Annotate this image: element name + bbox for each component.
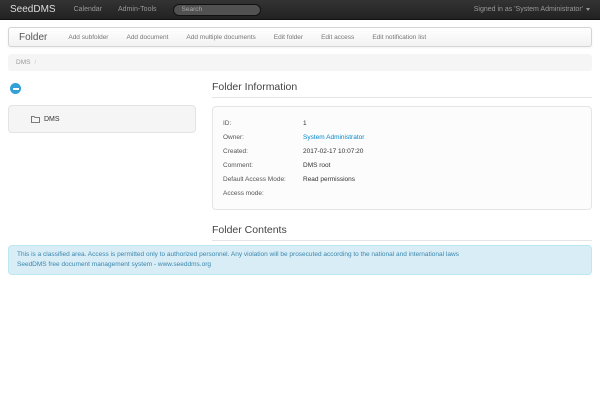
- info-row-default-access-mode: Default Access Mode: Read permissions: [223, 172, 581, 186]
- nav-admin-tools[interactable]: Admin-Tools: [110, 6, 165, 13]
- info-row-owner: Owner: System Administrator: [223, 130, 581, 144]
- folder-info-title: Folder Information: [212, 81, 592, 98]
- action-edit-notification-list[interactable]: Edit notification list: [363, 34, 435, 41]
- caret-down-icon: [586, 8, 590, 11]
- breadcrumb-item-dms[interactable]: DMS: [16, 59, 30, 66]
- owner-link[interactable]: System Administrator: [303, 134, 364, 141]
- info-label: Created:: [223, 148, 303, 155]
- info-value: 2017-02-17 10:07:20: [303, 148, 363, 155]
- footer-classified-notice: This is a classified area. Access is per…: [17, 250, 583, 260]
- sidebar: DMS: [8, 81, 196, 133]
- info-row-created: Created: 2017-02-17 10:07:20: [223, 144, 581, 158]
- info-row-comment: Comment: DMS root: [223, 158, 581, 172]
- folder-tree-panel: DMS: [8, 105, 196, 133]
- folder-contents-title: Folder Contents: [212, 224, 592, 241]
- tree-item-label: DMS: [44, 116, 60, 123]
- main-panel: Folder Information ID: 1 Owner: System A…: [212, 81, 592, 257]
- action-add-document[interactable]: Add document: [117, 34, 177, 41]
- nav-calendar[interactable]: Calendar: [66, 6, 110, 13]
- folder-info-card: ID: 1 Owner: System Administrator Create…: [212, 106, 592, 210]
- info-label: ID:: [223, 120, 303, 127]
- search-input[interactable]: [173, 4, 261, 16]
- minus-glyph: [13, 88, 19, 90]
- breadcrumb: DMS /: [8, 54, 592, 71]
- action-add-multiple-documents[interactable]: Add multiple documents: [177, 34, 264, 41]
- user-menu[interactable]: Signed in as 'System Administrator': [470, 6, 594, 13]
- seeddms-page: SeedDMS Calendar Admin-Tools Signed in a…: [0, 0, 600, 400]
- info-label: Access mode:: [223, 190, 303, 197]
- folder-icon: [31, 115, 40, 123]
- footer-alert: This is a classified area. Access is per…: [8, 245, 592, 275]
- tree-item-dms[interactable]: DMS: [17, 115, 187, 123]
- footer-seeddms-credit[interactable]: SeedDMS free document management system …: [17, 260, 583, 270]
- folder-navbar: Folder Add subfolder Add document Add mu…: [8, 27, 592, 47]
- info-value: Read permissions: [303, 176, 355, 183]
- action-edit-folder[interactable]: Edit folder: [265, 34, 312, 41]
- action-edit-access[interactable]: Edit access: [312, 34, 363, 41]
- info-row-id: ID: 1: [223, 116, 581, 130]
- app-brand[interactable]: SeedDMS: [6, 4, 66, 15]
- collapse-tree-icon[interactable]: [10, 83, 21, 94]
- info-label: Comment:: [223, 162, 303, 169]
- info-label: Default Access Mode:: [223, 176, 303, 183]
- breadcrumb-divider: /: [34, 59, 36, 66]
- info-value: DMS root: [303, 162, 330, 169]
- info-row-access-mode: Access mode:: [223, 186, 581, 200]
- top-navbar: SeedDMS Calendar Admin-Tools Signed in a…: [0, 0, 600, 20]
- folder-navbar-title: Folder: [9, 32, 59, 43]
- signed-in-label: Signed in as 'System Administrator': [474, 6, 583, 13]
- action-add-subfolder[interactable]: Add subfolder: [59, 34, 117, 41]
- info-label: Owner:: [223, 134, 303, 141]
- info-value: 1: [303, 120, 307, 127]
- content-area: DMS Folder Information ID: 1 Owner: Syst…: [0, 71, 600, 257]
